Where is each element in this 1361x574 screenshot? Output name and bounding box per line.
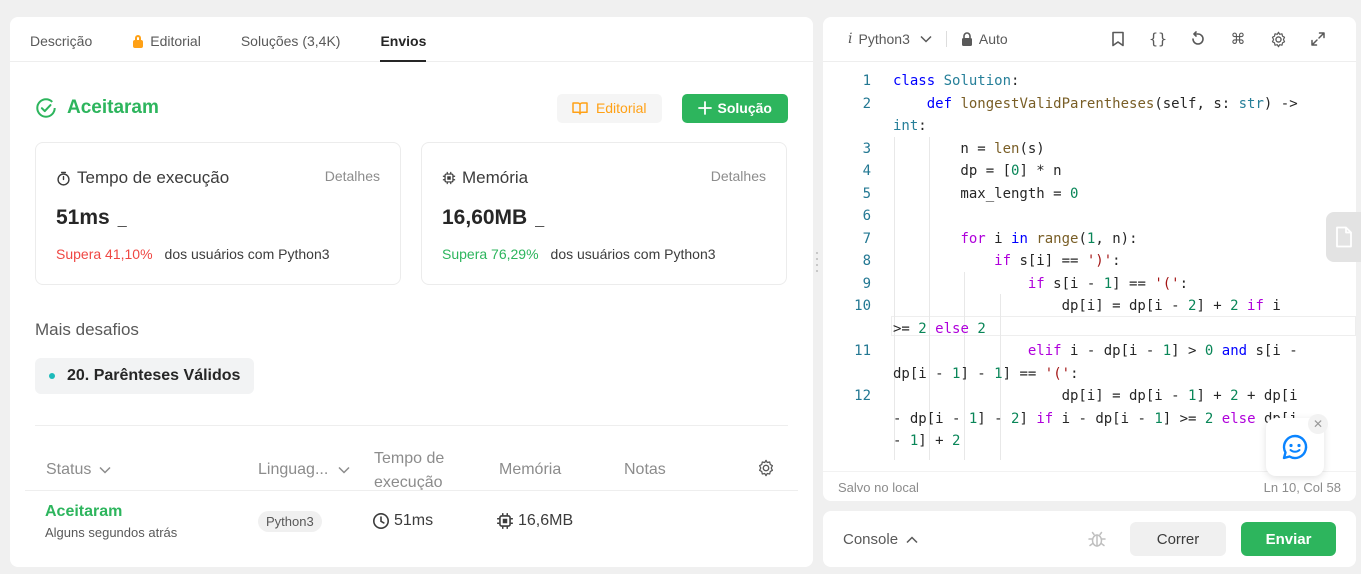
row-memory: 16,6MB: [496, 512, 573, 530]
lock-icon: [961, 32, 972, 46]
challenge-chip[interactable]: 20. Parênteses Válidos: [35, 358, 255, 394]
debug-bug-icon[interactable]: [1087, 529, 1107, 549]
chevron-down-icon: [99, 466, 111, 474]
code-line: 4 dp = [0] * n: [862, 163, 1062, 179]
shortcuts-icon[interactable]: ⌘: [1228, 29, 1248, 49]
tab-bar: Descrição Editorial Soluções (3,4K) Envi…: [10, 17, 813, 62]
code-line: 2 def longestValidParentheses(self, s: s…: [862, 95, 1298, 112]
runtime-beats: Supera 41,10%: [56, 246, 153, 262]
accepted-status: Aceitaram: [35, 97, 159, 119]
notes-column-header: Notas: [624, 461, 666, 478]
code-line: 3 n = len(s): [862, 140, 1045, 157]
runtime-card[interactable]: Tempo de execução Detalhes 51ms _ Supera …: [35, 142, 401, 285]
reset-icon[interactable]: [1188, 29, 1208, 49]
language-selector[interactable]: i Python3: [848, 31, 932, 47]
memory-details-link[interactable]: Detalhes: [711, 168, 766, 184]
save-status: Salvo no local: [838, 480, 919, 495]
panel-resize-handle[interactable]: [816, 252, 819, 272]
tab-solutions[interactable]: Soluções (3,4K): [241, 33, 341, 61]
bullet-dot: [49, 373, 55, 379]
add-solution-button[interactable]: Solução: [681, 93, 788, 123]
code-line: 8 if s[i] == ')':: [862, 253, 1121, 269]
cursor-position: Ln 10, Col 58: [1263, 480, 1341, 495]
settings-gear-icon[interactable]: [1268, 29, 1288, 49]
gear-icon[interactable]: [757, 459, 775, 477]
console-toggle[interactable]: Console: [843, 531, 918, 548]
chevron-down-icon: [920, 35, 932, 43]
memory-column-header: Memória: [499, 461, 562, 478]
submit-button[interactable]: Enviar: [1241, 522, 1336, 556]
bookmark-icon[interactable]: [1108, 29, 1128, 49]
chip-icon: [442, 171, 456, 185]
tab-description[interactable]: Descrição: [30, 33, 92, 61]
auto-mode-selector[interactable]: Auto: [961, 31, 1008, 47]
code-line: dp[i - 1] - 1] == '(':: [893, 365, 1079, 382]
runtime-title: Tempo de execução: [77, 168, 230, 187]
row-time-ago: Alguns segundos atrás: [45, 525, 178, 540]
format-code-icon[interactable]: {}: [1148, 29, 1168, 49]
code-line: 1 class Solution:: [862, 73, 1020, 89]
submission-panel: Descrição Editorial Soluções (3,4K) Envi…: [10, 17, 813, 567]
language-column-header[interactable]: Linguag...: [258, 461, 350, 479]
check-circle-icon: [36, 98, 56, 118]
code-line: >= 2 else 2: [893, 320, 986, 337]
stopwatch-icon: [57, 171, 70, 186]
book-icon: [572, 102, 588, 115]
code-line: 12 dp[i] = dp[i - 1] + 2 + dp[i: [854, 388, 1298, 404]
lock-icon: [132, 34, 144, 48]
notes-side-tab[interactable]: [1326, 212, 1361, 262]
tab-submissions[interactable]: Envios: [380, 33, 426, 62]
code-line: 10 dp[i] = dp[i - 2] + 2 if i: [854, 298, 1281, 314]
chevron-down-icon: [338, 466, 350, 474]
status-column-header[interactable]: Status: [46, 461, 111, 479]
language-badge: Python3: [258, 511, 322, 532]
run-button[interactable]: Correr: [1130, 522, 1226, 556]
code-line: int:: [893, 118, 927, 134]
chip-icon: [497, 513, 513, 529]
more-challenges-title: Mais desafios: [35, 320, 139, 339]
close-icon[interactable]: ✕: [1308, 414, 1328, 434]
plus-icon: [697, 101, 712, 115]
code-editor[interactable]: 1 class Solution: 2 def longestValidParen…: [823, 70, 1356, 460]
console-bar: Console Correr Enviar: [823, 511, 1356, 567]
code-line: 11 elif i - dp[i - 1] > 0 and s[i -: [854, 343, 1298, 359]
memory-title: Memória: [462, 168, 529, 187]
runtime-value: 51ms: [56, 206, 110, 229]
editor-toolbar: i Python3 Auto {} ⌘: [823, 17, 1356, 62]
tab-editorial[interactable]: Editorial: [132, 33, 201, 61]
result-header: Aceitaram Editorial Solução: [35, 93, 788, 123]
table-row[interactable]: Aceitaram Alguns segundos atrás: [45, 503, 177, 540]
code-line: 5 max_length = 0: [862, 185, 1079, 202]
runtime-column-header: Tempo de execução: [374, 450, 445, 491]
row-runtime: 51ms: [372, 512, 433, 530]
code-line: 7 for i in range(1, n):: [862, 230, 1138, 247]
row-status[interactable]: Aceitaram: [45, 503, 177, 521]
document-icon: [1335, 226, 1352, 248]
expand-icon[interactable]: [1308, 29, 1328, 49]
code-line: 6: [862, 208, 871, 224]
code-line: 9 if s[i - 1] == '(':: [862, 275, 1189, 292]
memory-beats: Supera 76,29%: [442, 246, 539, 262]
memory-card[interactable]: Memória Detalhes 16,60MB _ Supera 76,29% …: [421, 142, 787, 285]
memory-value: 16,60MB: [442, 206, 528, 229]
editorial-button[interactable]: Editorial: [556, 93, 662, 123]
runtime-details-link[interactable]: Detalhes: [325, 168, 380, 184]
info-icon: i: [848, 31, 853, 47]
chevron-up-icon: [906, 535, 918, 543]
clock-icon: [373, 513, 389, 529]
smiley-chat-icon: [1282, 434, 1308, 460]
